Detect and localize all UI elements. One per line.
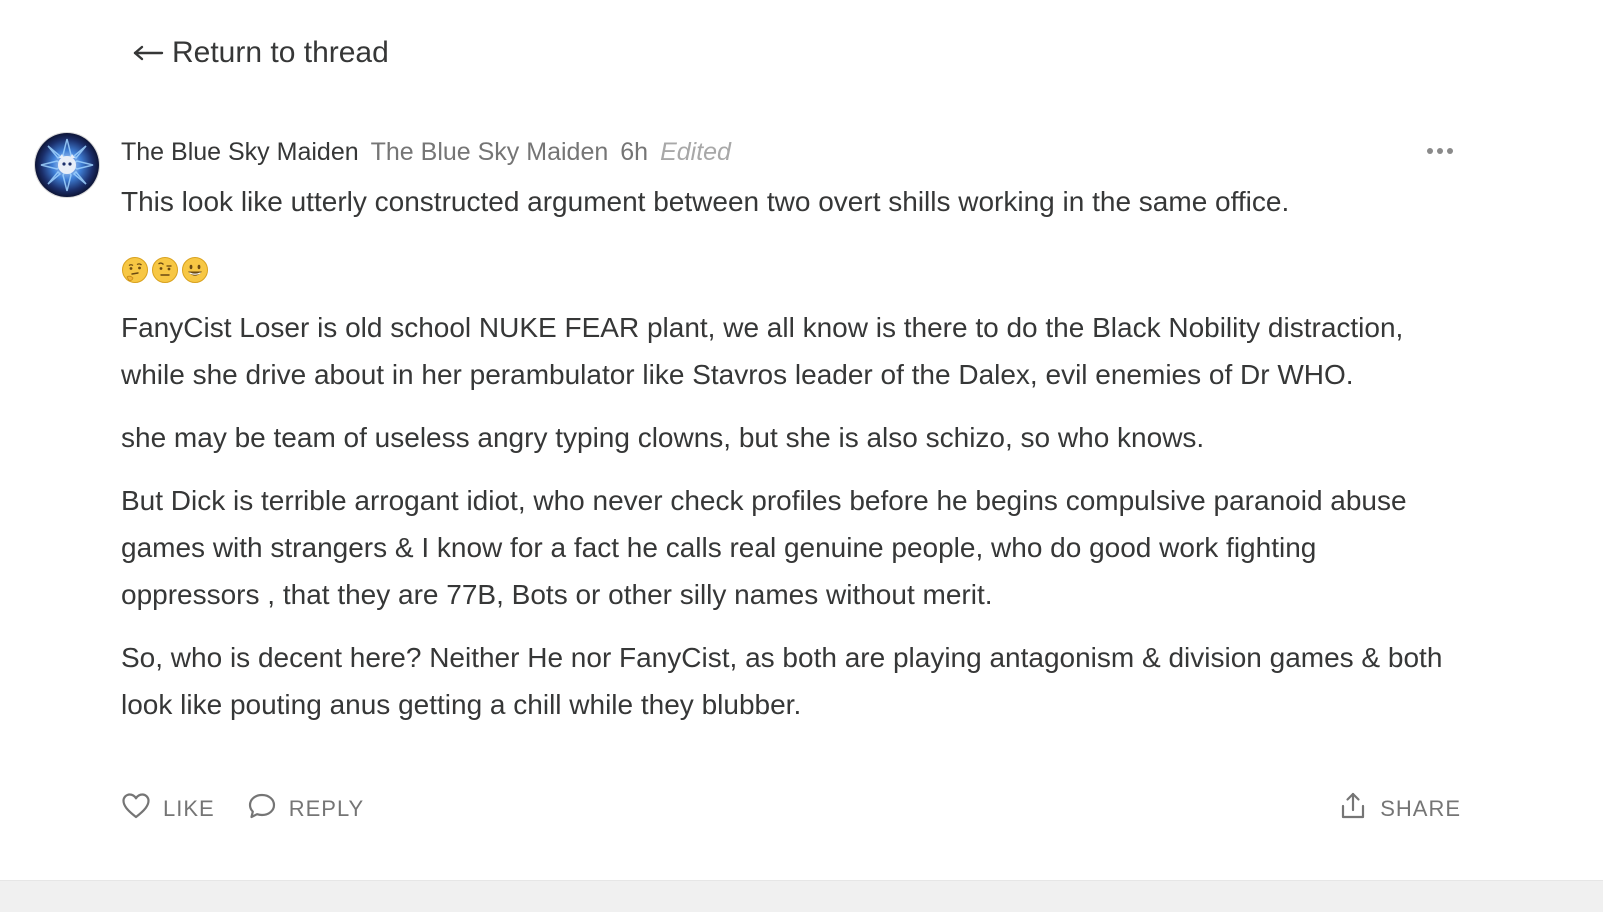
comment-paragraph: FanyCist Loser is old school NUKE FEAR p… xyxy=(121,312,1404,390)
comment-timestamp[interactable]: 6h xyxy=(620,138,648,167)
author-name[interactable]: The Blue Sky Maiden xyxy=(121,138,359,167)
reply-label: REPLY xyxy=(288,796,365,821)
more-options-button[interactable] xyxy=(1420,138,1460,164)
reply-button[interactable]: REPLY xyxy=(247,792,365,826)
comment-paragraph: This look like utterly constructed argum… xyxy=(121,186,1290,217)
bottom-divider-band xyxy=(0,880,1603,912)
comment-paragraph: But Dick is terrible arrogant idiot, who… xyxy=(121,485,1407,610)
face-with-raised-eyebrow-emoji xyxy=(151,251,179,283)
author-handle[interactable]: The Blue Sky Maiden xyxy=(371,138,609,167)
edited-label: Edited xyxy=(660,137,731,166)
comment-actions: LIKE REPLY SHARE xyxy=(121,788,1461,830)
share-upload-icon xyxy=(1338,791,1368,827)
comment-header: The Blue Sky Maiden The Blue Sky Maiden … xyxy=(121,134,731,170)
avatar-image xyxy=(35,133,99,197)
speech-bubble-icon xyxy=(247,792,277,826)
emoji-row xyxy=(121,241,1461,288)
left-arrow-icon xyxy=(132,43,164,63)
avatar[interactable] xyxy=(34,132,100,198)
comment-page: Return to thread The Blue Sky Maiden The… xyxy=(0,0,1603,912)
return-to-thread-link[interactable]: Return to thread xyxy=(132,30,389,76)
thinking-face-emoji xyxy=(121,251,149,283)
heart-icon xyxy=(121,792,151,826)
more-horizontal-icon xyxy=(1426,142,1454,160)
like-button[interactable]: LIKE xyxy=(121,792,215,826)
comment-paragraph: she may be team of useless angry typing … xyxy=(121,422,1205,453)
return-to-thread-label: Return to thread xyxy=(172,36,389,69)
share-label: SHARE xyxy=(1380,796,1461,821)
comment-body: This look like utterly constructed argum… xyxy=(121,178,1461,744)
share-button[interactable]: SHARE xyxy=(1338,791,1461,827)
comment-paragraph: So, who is decent here? Neither He nor F… xyxy=(121,642,1443,720)
like-label: LIKE xyxy=(163,796,215,821)
grinning-face-emoji xyxy=(181,251,209,283)
